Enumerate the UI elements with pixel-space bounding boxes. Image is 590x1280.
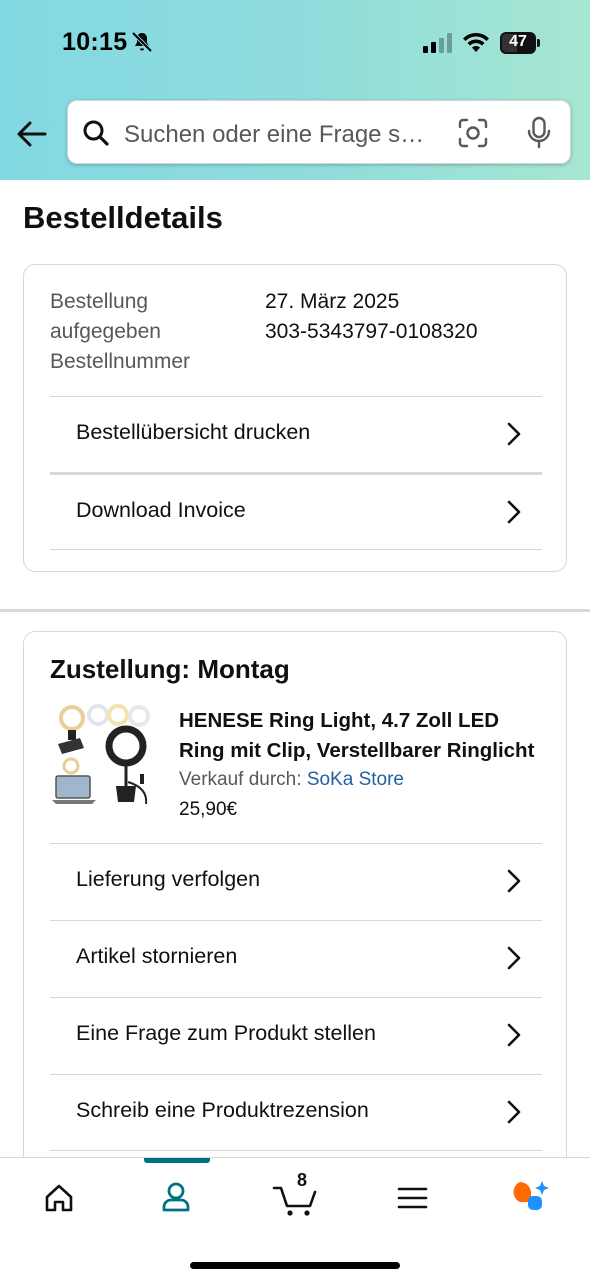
home-indicator (190, 1262, 400, 1269)
search-input[interactable]: Suchen oder eine Frage s… (124, 121, 444, 149)
download-invoice-row[interactable]: Download Invoice (50, 472, 542, 548)
page-title: Bestelldetails (23, 200, 223, 235)
order-info-labels: Bestellung aufgegeben Bestellnummer (50, 287, 190, 377)
seller-link[interactable]: SoKa Store (307, 769, 404, 790)
product-price: 25,90€ (179, 799, 238, 820)
status-time: 10:15 (62, 28, 128, 56)
write-review-label: Schreib eine Produktrezension (76, 1098, 369, 1122)
chevron-right-icon (507, 1023, 521, 1047)
download-invoice-label: Download Invoice (76, 498, 246, 522)
product-ring-light-image[interactable] (50, 704, 154, 816)
order-number-label: Bestellnummer (50, 350, 191, 373)
battery-icon: 47 (500, 32, 540, 54)
chevron-right-icon (507, 1100, 521, 1124)
search-icon (83, 120, 109, 146)
menu-icon[interactable] (384, 1172, 440, 1222)
cart-count: 8 (296, 1170, 307, 1190)
order-placed-label-line2: aufgegeben (50, 320, 161, 343)
seller-line: Verkauf durch: SoKa Store (179, 769, 404, 791)
order-placed-date: 27. März 2025 (265, 290, 400, 313)
order-info-values: 27. März 2025 303-5343797-0108320 (265, 287, 478, 347)
chevron-right-icon (507, 946, 521, 970)
write-review-row[interactable]: Schreib eine Produktrezension (50, 1074, 542, 1150)
back-arrow-icon[interactable] (14, 116, 50, 152)
delivery-title: Zustellung: Montag (50, 654, 290, 684)
order-placed-label-line1: Bestellung (50, 290, 149, 313)
chevron-right-icon (507, 500, 521, 524)
order-number-value: 303-5343797-0108320 (265, 320, 478, 343)
camera-scan-icon[interactable] (458, 118, 488, 148)
cart-button[interactable]: 8 (270, 1170, 326, 1222)
seller-prefix: Verkauf durch: (179, 769, 302, 790)
chevron-right-icon (507, 422, 521, 446)
row-divider (50, 1150, 542, 1151)
track-delivery-row[interactable]: Lieferung verfolgen (50, 843, 542, 919)
delivery-card: Zustellung: Montag HENESE Ring Light, 4.… (23, 631, 567, 1191)
chevron-right-icon (507, 869, 521, 893)
ask-question-label: Eine Frage zum Produkt stellen (76, 1021, 376, 1045)
print-summary-label: Bestellübersicht drucken (76, 420, 311, 444)
cancel-item-row[interactable]: Artikel stornieren (50, 920, 542, 996)
assistant-icon[interactable] (500, 1172, 556, 1222)
wifi-icon (463, 32, 489, 52)
microphone-icon[interactable] (526, 116, 552, 150)
row-divider (50, 549, 542, 550)
home-icon[interactable] (31, 1172, 87, 1222)
search-bar[interactable]: Suchen oder eine Frage s… (67, 100, 571, 164)
section-divider (0, 609, 590, 612)
ask-question-row[interactable]: Eine Frage zum Produkt stellen (50, 997, 542, 1073)
bell-slash-icon (131, 31, 153, 53)
print-summary-row[interactable]: Bestellübersicht drucken (50, 396, 542, 472)
product-title[interactable]: HENESE Ring Light, 4.7 Zoll LED Ring mit… (179, 706, 544, 766)
signal-icon (423, 33, 452, 53)
person-icon[interactable] (148, 1172, 204, 1222)
order-info-card: Bestellung aufgegeben Bestellnummer 27. … (23, 264, 567, 572)
active-tab-indicator (144, 1158, 210, 1163)
status-bar: 10:15 47 (0, 0, 590, 88)
track-delivery-label: Lieferung verfolgen (76, 867, 261, 891)
battery-level: 47 (509, 33, 527, 50)
cancel-item-label: Artikel stornieren (76, 944, 238, 968)
